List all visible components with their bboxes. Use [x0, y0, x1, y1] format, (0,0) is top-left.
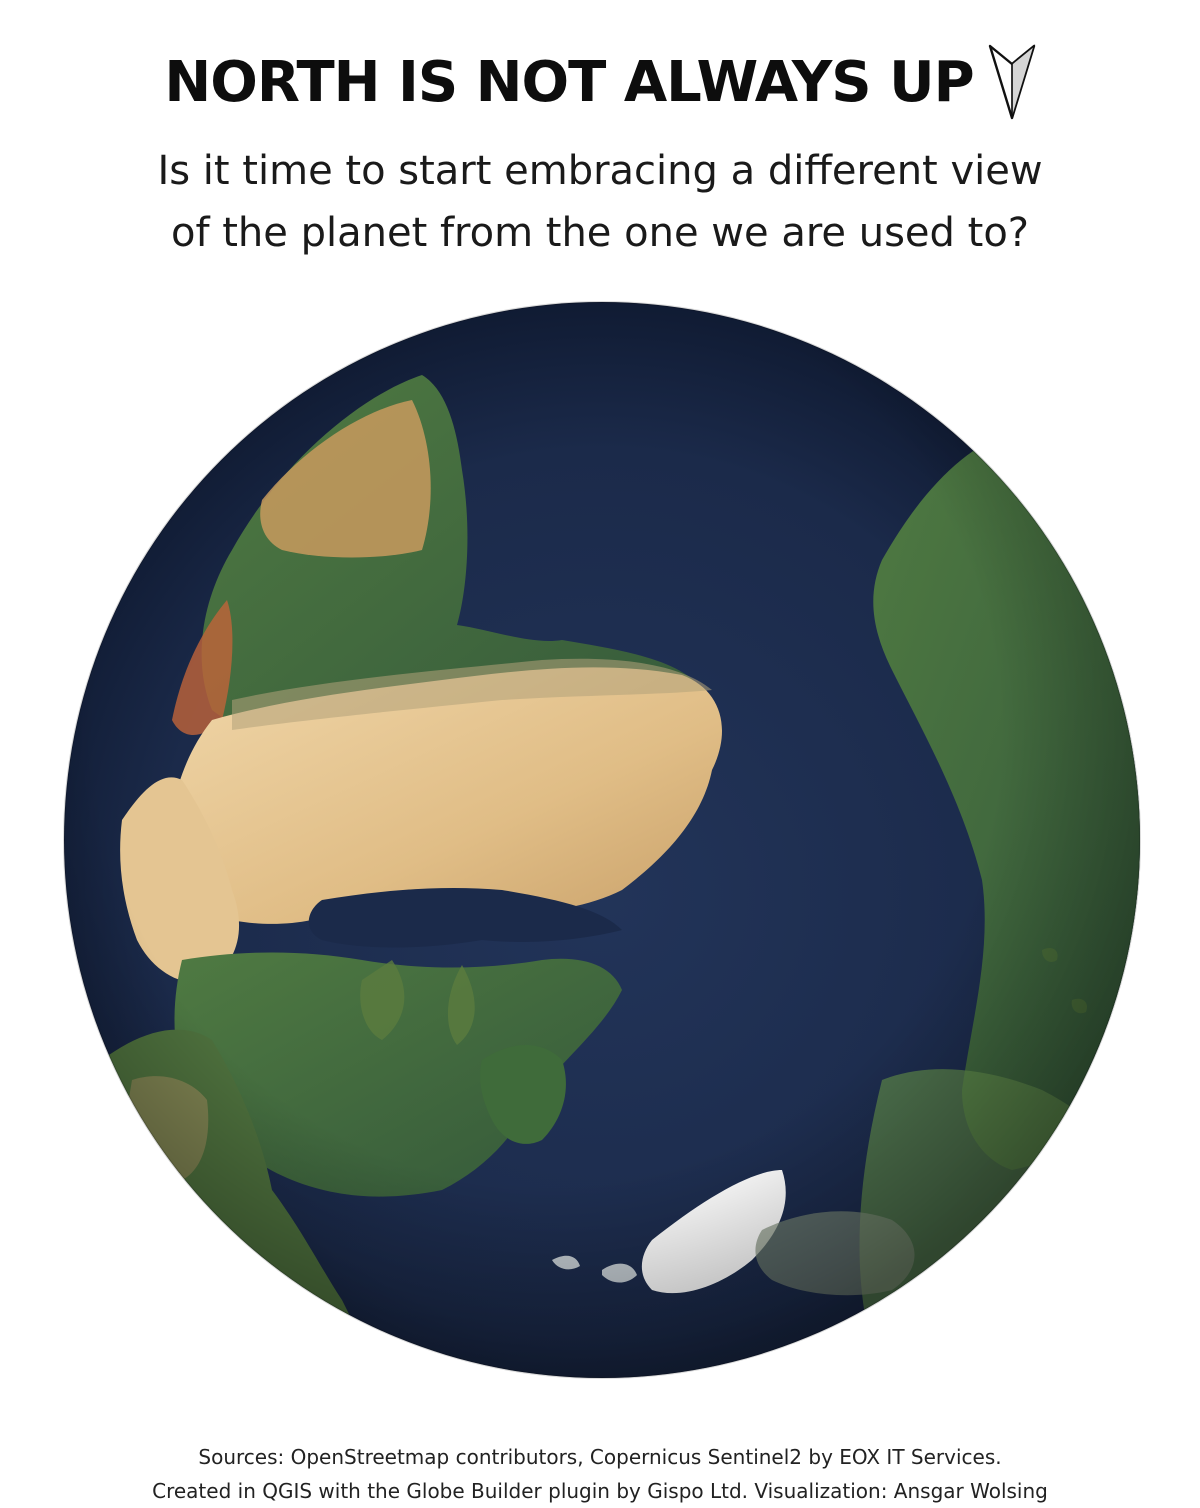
- globe-shading: [64, 302, 1140, 1378]
- globe-svg: [63, 301, 1141, 1379]
- credits-footer: Sources: OpenStreetmap contributors, Cop…: [0, 1440, 1200, 1508]
- north-arrow-down-icon: [988, 42, 1036, 122]
- title-row: NORTH IS NOT ALWAYS UP: [0, 42, 1200, 122]
- page-title: NORTH IS NOT ALWAYS UP: [164, 49, 974, 115]
- subtitle-line-2: of the planet from the one we are used t…: [170, 210, 1030, 256]
- globe-map: [62, 300, 1142, 1380]
- credits-line: Created in QGIS with the Globe Builder p…: [152, 1479, 1048, 1503]
- subtitle-line-1: Is it time to start embracing a differen…: [157, 148, 1043, 194]
- sources-line: Sources: OpenStreetmap contributors, Cop…: [198, 1445, 1002, 1469]
- subtitle: Is it time to start embracing a differen…: [0, 140, 1200, 264]
